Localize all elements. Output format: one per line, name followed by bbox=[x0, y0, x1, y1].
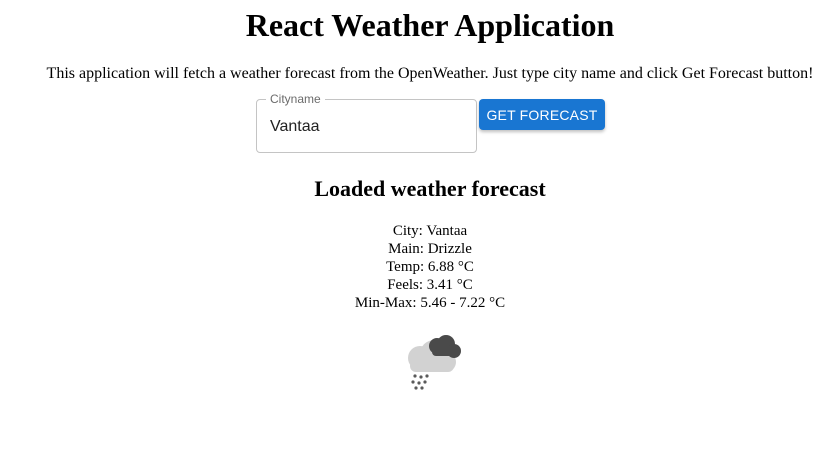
temp-text: Temp: 6.88 °C bbox=[386, 259, 474, 275]
cityname-input[interactable] bbox=[270, 116, 465, 138]
get-forecast-button[interactable]: GET FORECAST bbox=[479, 99, 605, 130]
city-text: City: Vantaa bbox=[392, 223, 468, 239]
app-description: This application will fetch a weather fo… bbox=[46, 65, 814, 82]
forecast-heading: Loaded weather forecast bbox=[314, 176, 546, 201]
feels-text: Feels: 3.41 °C bbox=[387, 277, 473, 293]
weather-app: React Weather Application This applicati… bbox=[0, 0, 839, 460]
main-text: Main: Drizzle bbox=[388, 241, 472, 257]
min-max-text: Min-Max: 5.46 - 7.22 °C bbox=[354, 295, 506, 311]
cityname-field[interactable]: Cityname bbox=[256, 92, 477, 153]
cityname-label: Cityname bbox=[266, 92, 325, 106]
page-title: React Weather Application bbox=[245, 7, 615, 43]
weather-details: City: Vantaa Main: Drizzle Temp: 6.88 °C… bbox=[0, 222, 839, 312]
drizzle-cloud-icon bbox=[398, 332, 464, 392]
